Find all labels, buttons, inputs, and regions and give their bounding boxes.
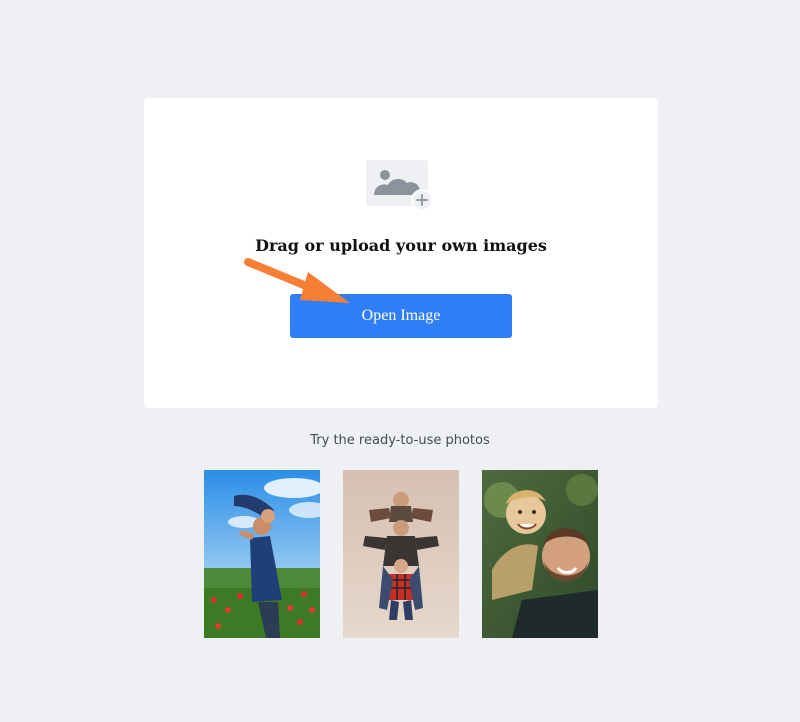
open-image-button[interactable]: Open Image	[290, 294, 512, 338]
sample-photo-2-image	[343, 470, 459, 638]
upload-title: Drag or upload your own images	[255, 236, 547, 255]
image-add-icon	[366, 160, 433, 211]
sample-photos-heading: Try the ready-to-use photos	[310, 433, 490, 448]
sample-photo-1[interactable]	[204, 470, 320, 638]
sample-photo-2[interactable]	[343, 470, 459, 638]
sample-photo-3-image	[482, 470, 598, 638]
sample-photo-3[interactable]	[482, 470, 598, 638]
upload-card[interactable]: Drag or upload your own images Open Imag…	[144, 98, 658, 408]
sample-photo-1-image	[204, 470, 320, 638]
